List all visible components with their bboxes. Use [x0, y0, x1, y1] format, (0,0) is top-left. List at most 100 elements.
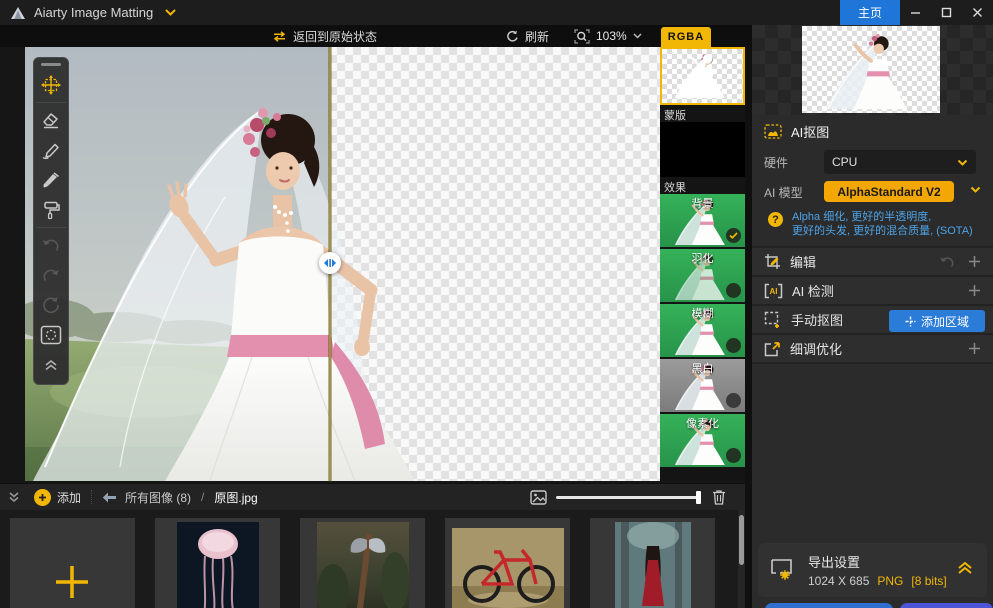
model-desc-sota-link[interactable]: (SOTA) — [936, 225, 972, 237]
slider-handle[interactable] — [696, 491, 701, 504]
effect-label: 背景 — [660, 195, 745, 211]
effect-tile-pixelate[interactable]: 像素化 — [660, 414, 745, 467]
close-button[interactable] — [962, 0, 993, 25]
expand-plus-icon[interactable] — [968, 284, 981, 297]
export-button-partial[interactable] — [765, 603, 893, 608]
manual-matting-section[interactable]: 手动抠图 添加区域 — [752, 304, 993, 333]
home-button[interactable]: 主页 — [840, 0, 900, 25]
chevron-down-icon[interactable] — [970, 186, 981, 193]
effect-checked-badge[interactable] — [726, 228, 741, 243]
effect-tile-feather[interactable]: 羽化 — [660, 249, 745, 302]
redo-icon — [41, 268, 61, 282]
refresh-button[interactable]: 刷新 — [506, 25, 549, 47]
add-image-button[interactable]: 添加 — [34, 489, 81, 506]
export-settings-icon — [770, 558, 796, 582]
add-image-tile[interactable] — [10, 518, 135, 608]
move-icon — [40, 74, 62, 96]
eraser-tool-button[interactable] — [36, 105, 66, 135]
edit-icon — [764, 253, 781, 270]
back-to-gallery-button[interactable] — [102, 492, 117, 503]
breadcrumb-separator: / — [201, 490, 204, 504]
thumbnail-jellyfish[interactable] — [155, 518, 280, 608]
brush-tool-button[interactable] — [36, 165, 66, 195]
pen-tool-button[interactable] — [36, 135, 66, 165]
effect-status-badge[interactable] — [726, 448, 741, 463]
double-chevron-up-icon — [44, 359, 58, 371]
thumbnail-axe[interactable] — [300, 518, 425, 608]
model-desc-line1: Alpha 细化, 更好的半透明度, — [792, 210, 973, 224]
redo-button[interactable] — [36, 260, 66, 290]
breadcrumb-all-images[interactable]: 所有图像 (8) — [125, 489, 191, 506]
result-preview — [752, 25, 993, 115]
undo-icon — [41, 238, 61, 252]
model-desc-line2: 更好的头发, 更好的混合质量, — [792, 225, 933, 237]
ai-detect-section[interactable]: AI AI 检测 — [752, 275, 993, 304]
ai-matting-section[interactable]: AI抠图 — [752, 115, 993, 147]
ai-detect-label: AI 检测 — [792, 281, 834, 300]
section-undo-icon[interactable] — [939, 256, 955, 267]
hardware-select[interactable]: CPU — [824, 150, 976, 174]
model-description: ? Alpha 细化, 更好的半透明度, 更好的头发, 更好的混合质量, (SO… — [752, 207, 993, 246]
app-menu-chevron-icon[interactable] — [165, 9, 176, 16]
move-tool-button[interactable] — [36, 70, 66, 100]
mask-view-thumbnail[interactable] — [660, 122, 745, 177]
edit-label: 编辑 — [790, 252, 816, 271]
expand-plus-icon[interactable] — [968, 255, 981, 268]
ai-matting-title: AI抠图 — [791, 122, 829, 141]
export-bit-depth: [8 bits] — [911, 574, 946, 588]
refresh-label: 刷新 — [525, 28, 549, 45]
zoom-control[interactable]: 103% — [574, 25, 642, 47]
export-settings-card[interactable]: 导出设置 1024 X 685 PNG [8 bits] — [758, 543, 987, 597]
slider-track[interactable] — [556, 496, 701, 499]
model-select[interactable]: AlphaStandard V2 — [824, 181, 954, 202]
compare-canvas[interactable] — [25, 47, 660, 481]
rgba-tab[interactable]: RGBA — [661, 27, 711, 47]
maximize-button[interactable] — [931, 0, 962, 25]
collapse-filmstrip-button[interactable] — [8, 492, 20, 503]
effect-status-badge[interactable] — [726, 393, 741, 408]
zoom-chevron-icon — [633, 33, 642, 39]
effect-status-badge[interactable] — [726, 338, 741, 353]
help-icon[interactable]: ? — [768, 212, 783, 227]
expand-plus-icon[interactable] — [968, 342, 981, 355]
collapse-palette-button[interactable] — [36, 350, 66, 380]
brush-icon — [41, 171, 61, 189]
expand-up-icon[interactable] — [957, 561, 973, 575]
ai-matting-icon — [764, 124, 782, 139]
compare-divider-handle[interactable] — [319, 252, 341, 274]
filmstrip-scrollbar-thumb[interactable] — [739, 515, 744, 565]
refine-label: 细调优化 — [790, 339, 842, 358]
result-preview-image[interactable] — [802, 26, 940, 113]
zoom-value: 103% — [596, 29, 627, 43]
undo-button[interactable] — [36, 230, 66, 260]
export-format[interactable]: PNG — [877, 574, 903, 588]
refresh-icon — [506, 30, 519, 43]
view-modes-column: 蒙版 效果 背景 羽化 模糊 黑白 像素化 — [660, 47, 745, 481]
refine-section[interactable]: 细调优化 — [752, 333, 993, 362]
minimize-button[interactable] — [900, 0, 931, 25]
palette-separator — [36, 102, 66, 103]
mask-section-label: 蒙版 — [660, 105, 745, 122]
delete-image-button[interactable] — [712, 489, 726, 505]
export-all-button-partial[interactable] — [900, 603, 993, 608]
roller-tool-button[interactable] — [36, 195, 66, 225]
thumbnail-woman-red[interactable] — [590, 518, 715, 608]
effect-tile-bw[interactable]: 黑白 — [660, 359, 745, 412]
thumbnail-size-slider[interactable] — [556, 490, 701, 504]
hardware-row: 硬件 CPU — [752, 147, 993, 177]
reset-history-button[interactable] — [36, 290, 66, 320]
toolbar-divider — [91, 490, 92, 504]
palette-drag-handle[interactable] — [41, 63, 61, 66]
section-divider — [752, 362, 993, 364]
thumbnail-bike[interactable] — [445, 518, 570, 608]
add-region-button[interactable]: 添加区域 — [889, 310, 985, 332]
edit-section[interactable]: 编辑 — [752, 246, 993, 275]
selection-tool-button[interactable] — [36, 320, 66, 350]
effect-status-badge[interactable] — [726, 283, 741, 298]
canvas-toolbar: 返回到原始状态 刷新 103% RGBA — [0, 25, 752, 47]
effect-tile-background[interactable]: 背景 — [660, 194, 745, 247]
plus-circle-icon — [34, 489, 51, 506]
effect-tile-blur[interactable]: 模糊 — [660, 304, 745, 357]
reset-view-button[interactable]: 返回到原始状态 — [272, 25, 377, 47]
reset-icon — [42, 296, 60, 314]
